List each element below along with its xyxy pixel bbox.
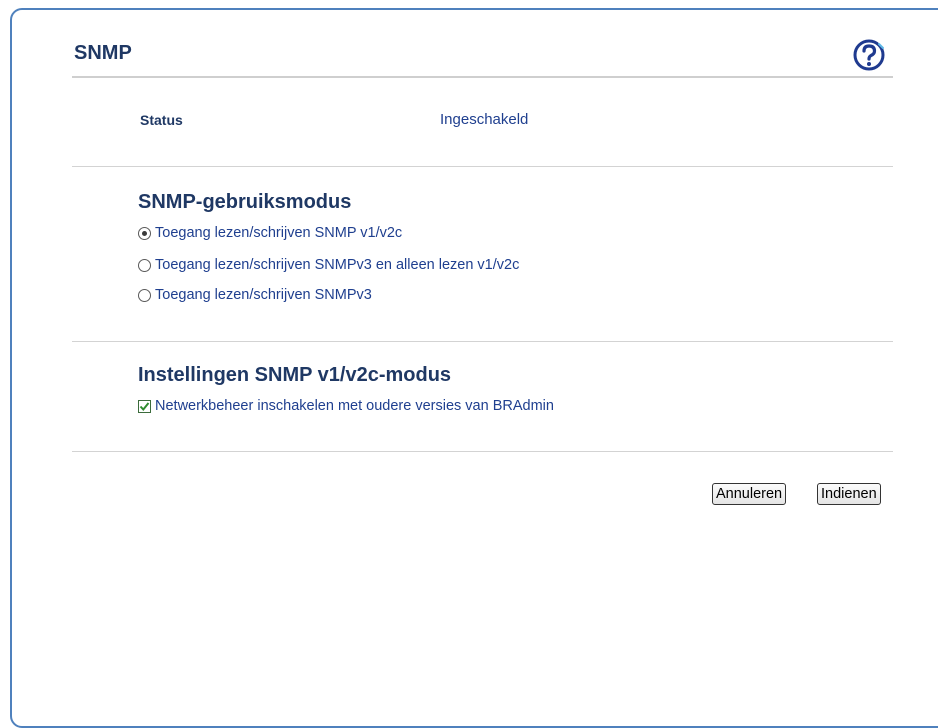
v1v2c-settings-heading: Instellingen SNMP v1/v2c-modus [138, 364, 452, 386]
page-title: SNMP [74, 42, 132, 64]
checkbox[interactable] [138, 399, 151, 413]
section-divider [72, 451, 893, 452]
question-mark-help-icon[interactable] [852, 38, 886, 72]
status-label: Status [140, 112, 183, 128]
status-value: Ingeschakeld [440, 111, 529, 128]
usage-mode-option-v3[interactable]: Toegang lezen/schrijven SNMPv3 [138, 287, 372, 303]
usage-mode-option-v1v2c[interactable]: Toegang lezen/schrijven SNMP v1/v2c [138, 225, 402, 241]
usage-mode-option-label: Toegang lezen/schrijven SNMP v1/v2c [155, 225, 403, 241]
bradmin-legacy-checkbox-label: Netwerkbeheer inschakelen met oudere ver… [155, 398, 554, 414]
bradmin-legacy-checkbox-row[interactable]: Netwerkbeheer inschakelen met oudere ver… [138, 398, 554, 414]
cancel-button[interactable]: Annuleren [712, 483, 787, 505]
usage-mode-heading: SNMP-gebruiksmodus [138, 191, 352, 213]
title-divider [72, 76, 893, 78]
usage-mode-option-label: Toegang lezen/schrijven SNMPv3 [155, 287, 372, 303]
radio-button[interactable] [138, 226, 151, 240]
checkmark-icon [139, 401, 150, 411]
radio-button[interactable] [138, 288, 151, 302]
submit-button[interactable]: Indienen [817, 483, 881, 505]
section-divider [72, 341, 893, 342]
radio-button[interactable] [138, 258, 151, 272]
usage-mode-option-v3-and-v1v2c-readonly[interactable]: Toegang lezen/schrijven SNMPv3 en alleen… [138, 257, 519, 273]
section-divider [72, 166, 893, 167]
usage-mode-option-label: Toegang lezen/schrijven SNMPv3 en alleen… [155, 257, 520, 273]
